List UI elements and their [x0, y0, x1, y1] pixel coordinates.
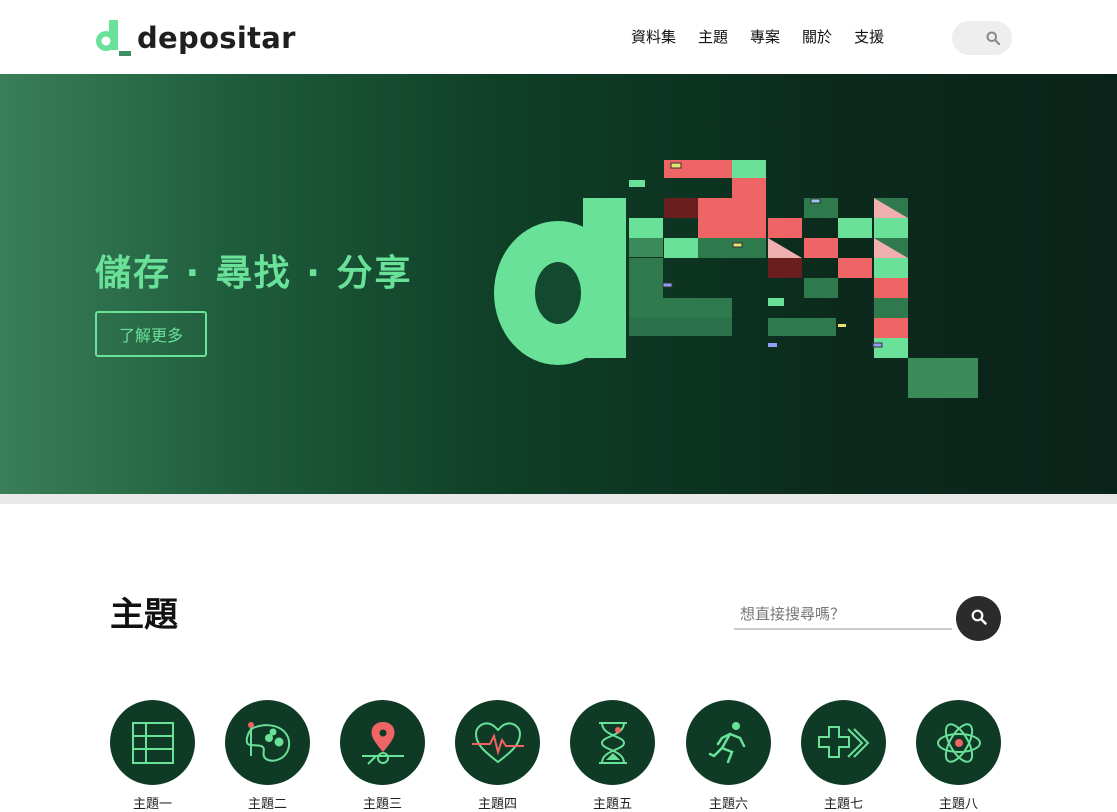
- nav-support[interactable]: 支援: [854, 26, 884, 47]
- main-nav: 資料集 主題 專案 關於 支援: [620, 26, 895, 47]
- atom-icon: [936, 722, 981, 763]
- nav-projects[interactable]: 專案: [750, 26, 780, 47]
- topic-item[interactable]: 主題二: [225, 700, 310, 812]
- map-pin-icon: [361, 721, 404, 765]
- hero-banner: 儲存 · 尋找 · 分享 了解更多: [0, 74, 1117, 494]
- search-icon: [986, 30, 1001, 49]
- logo-text: depositar: [137, 21, 296, 55]
- nav-topics[interactable]: 主題: [698, 26, 728, 47]
- topic-label: 主題五: [592, 797, 632, 812]
- topic-search-input[interactable]: [734, 600, 952, 630]
- logo[interactable]: depositar: [95, 19, 296, 57]
- topics-heading: 主題: [110, 595, 178, 635]
- topic-list: 主題一 主題二 主題三 主題四 主題五 主題六 主題七 主題八: [110, 700, 1010, 812]
- site-header: depositar 資料集 主題 專案 關於 支援: [0, 0, 1117, 74]
- heartbeat-icon: [471, 722, 524, 763]
- topic-label: 主題八: [938, 797, 978, 812]
- learn-more-button[interactable]: 了解更多: [95, 311, 207, 357]
- topic-item[interactable]: 主題三: [340, 700, 425, 812]
- topic-item[interactable]: 主題七: [801, 700, 886, 812]
- hero-slogan: 儲存 · 尋找 · 分享: [95, 253, 413, 294]
- palette-icon: [245, 721, 290, 762]
- header-search-button[interactable]: [952, 21, 1012, 55]
- nav-about[interactable]: 關於: [802, 26, 832, 47]
- hero-map-illustration: [494, 160, 978, 398]
- nav-datasets[interactable]: 資料集: [631, 26, 676, 47]
- topic-label: 主題二: [247, 797, 287, 812]
- topic-label: 主題六: [708, 797, 748, 812]
- running-icon: [708, 721, 745, 763]
- topic-item[interactable]: 主題一: [110, 700, 195, 812]
- topic-item[interactable]: 主題四: [455, 700, 540, 812]
- search-icon: [971, 609, 987, 629]
- topic-label: 主題四: [477, 797, 517, 812]
- topic-search-button[interactable]: [956, 596, 1001, 641]
- topic-item[interactable]: 主題五: [570, 700, 655, 812]
- plus-arrow-icon: [817, 725, 869, 758]
- logo-mark-icon: [95, 19, 133, 57]
- topic-label: 主題一: [132, 797, 172, 812]
- topic-item[interactable]: 主題八: [916, 700, 1001, 812]
- topic-item[interactable]: 主題六: [686, 700, 771, 812]
- hourglass-icon: [598, 721, 627, 764]
- topic-label: 主題三: [362, 797, 402, 812]
- table-icon: [131, 721, 174, 764]
- hero-divider: [0, 494, 1117, 504]
- topic-label: 主題七: [823, 797, 863, 812]
